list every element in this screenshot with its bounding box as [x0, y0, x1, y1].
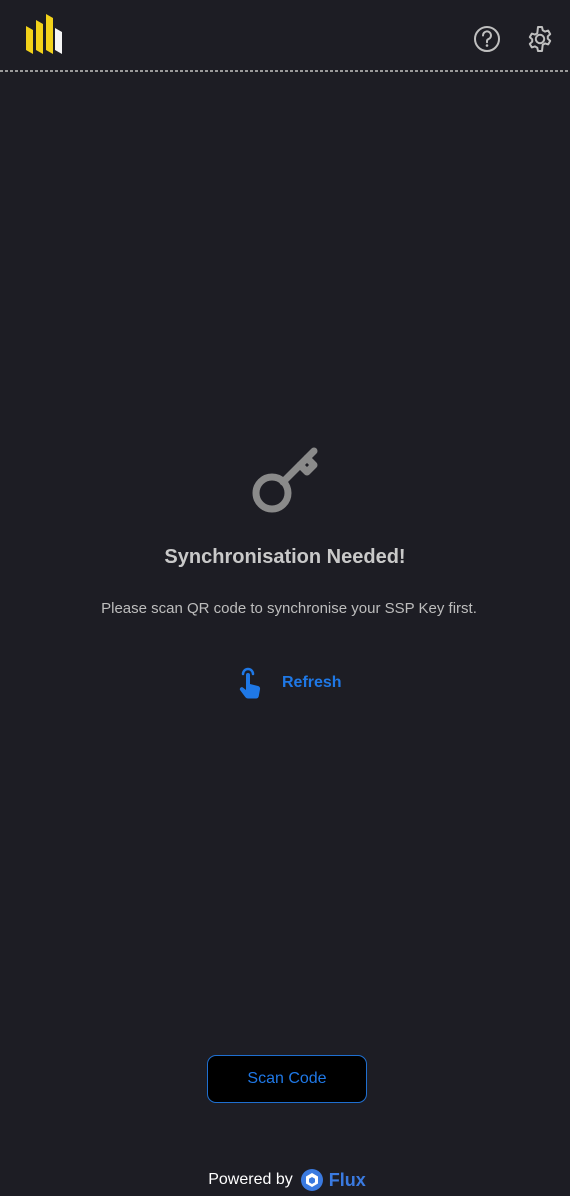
key-icon	[252, 447, 318, 513]
ssp-logo-icon	[26, 14, 62, 54]
flux-logo-icon	[300, 1169, 323, 1191]
help-circle-icon[interactable]	[472, 24, 502, 54]
refresh-label: Refresh	[282, 674, 342, 691]
refresh-button[interactable]: Refresh	[236, 666, 342, 700]
powered-by-label: Powered by	[208, 1171, 293, 1188]
scan-code-button[interactable]: Scan Code	[207, 1055, 367, 1103]
footer: Powered by Flux	[0, 1166, 570, 1194]
app-header	[0, 0, 570, 72]
page-subtitle: Please scan QR code to synchronise your …	[101, 600, 477, 617]
gear-icon[interactable]	[525, 24, 555, 54]
header-divider	[0, 70, 570, 72]
page-title: Synchronisation Needed!	[164, 546, 406, 568]
flux-brand-name[interactable]: Flux	[329, 1170, 366, 1191]
tap-finger-icon	[239, 667, 261, 699]
